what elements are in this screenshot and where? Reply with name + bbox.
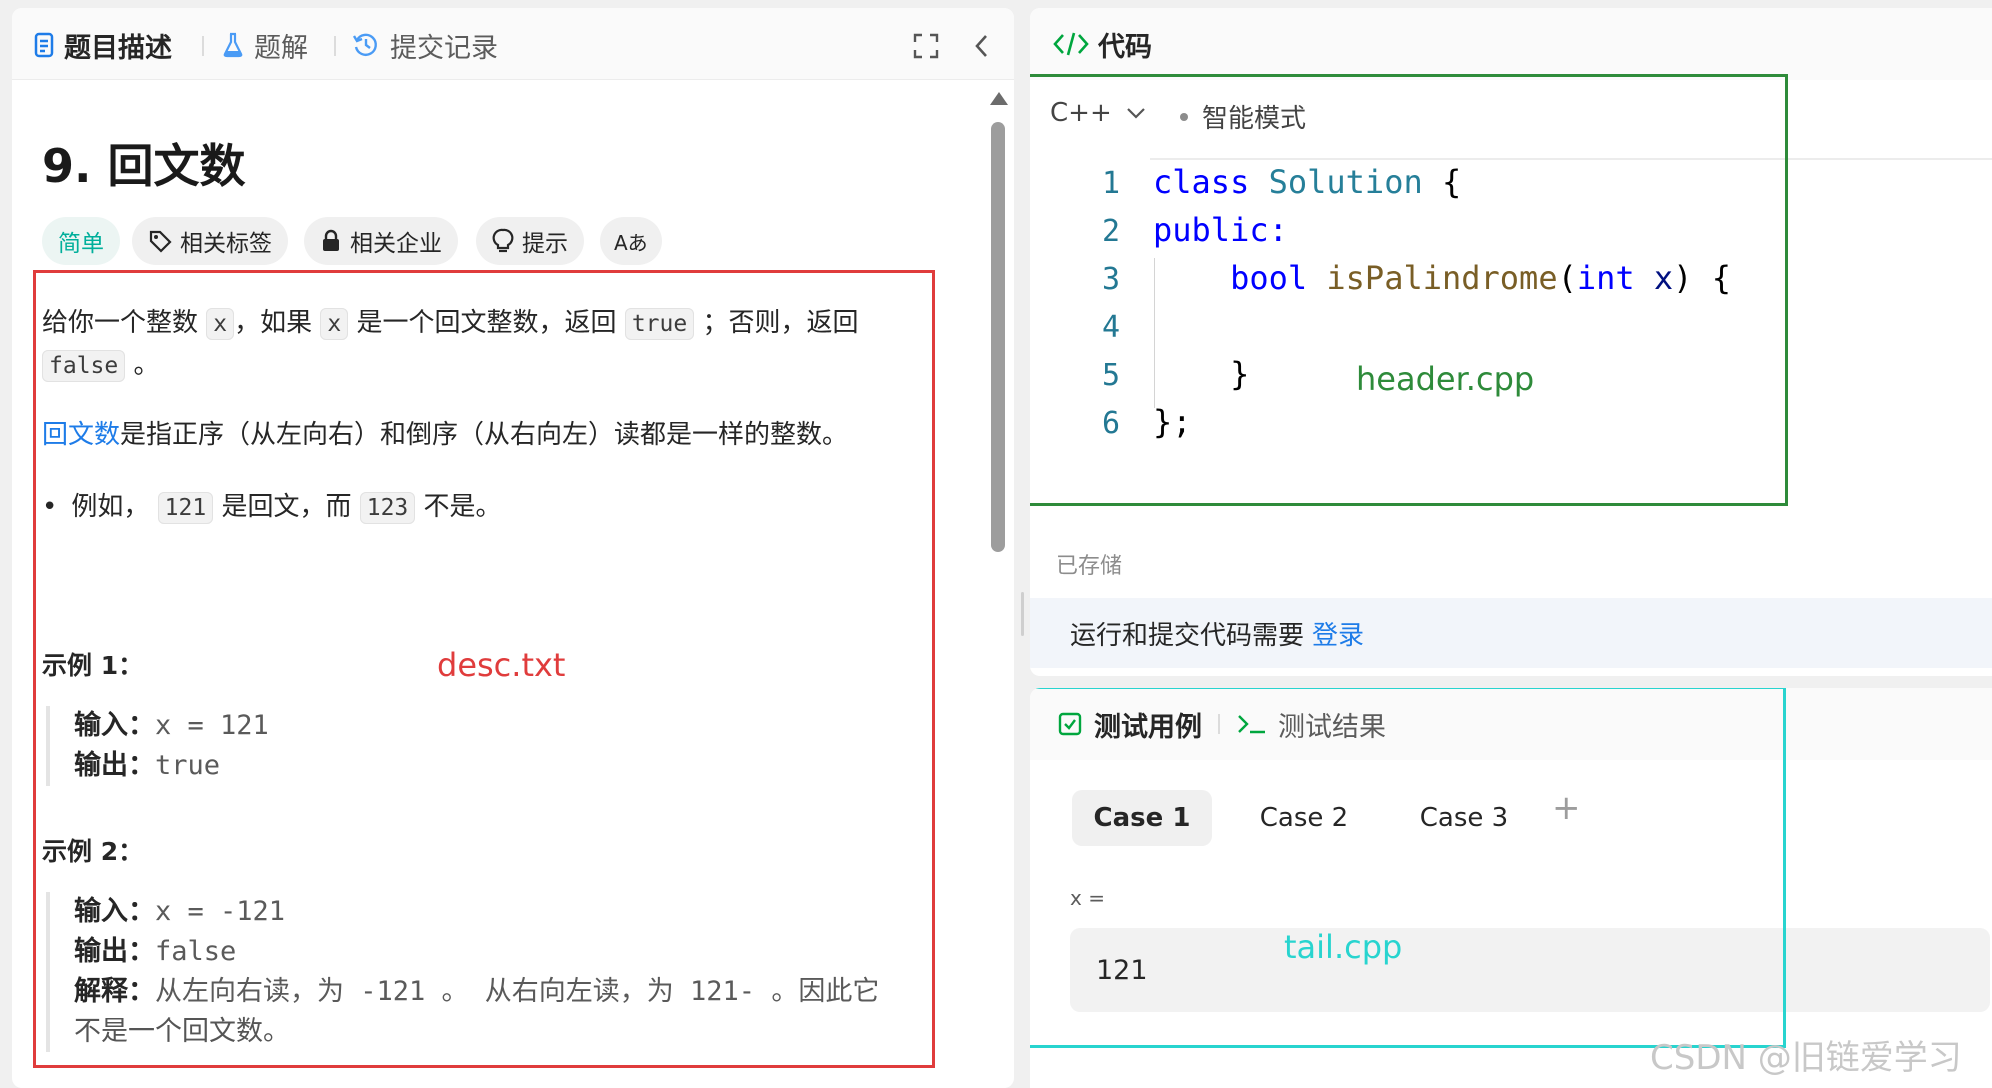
history-icon bbox=[352, 33, 377, 56]
code-panel-title: 代码 bbox=[1098, 31, 1152, 63]
left-tab-bar: 题目描述 题解 提交记录 bbox=[12, 8, 1014, 80]
scroll-thumb[interactable] bbox=[991, 122, 1005, 552]
description-content: 9. 回文数 简单 相关标签 相关企业 提示 Aあ 给你一个整数 x ，如果 x … bbox=[12, 80, 1014, 1088]
tab-submissions-label: 提交记录 bbox=[390, 32, 498, 64]
annotation-box-header bbox=[1030, 74, 1788, 506]
collapse-icon[interactable] bbox=[972, 32, 992, 60]
example-2-block: 输入：x = -121 输出：false 解释：从左向右读，为 -121 。 从… bbox=[46, 892, 879, 1052]
tab-solutions[interactable]: 题解 bbox=[222, 26, 308, 64]
code-panel: 代码 C++ 智能模式 1 2 3 4 5 6 class Solution {… bbox=[1030, 8, 1992, 676]
login-prompt-bar: 运行和提交代码需要 登录 bbox=[1030, 598, 1992, 668]
example-2-heading: 示例 2： bbox=[42, 837, 144, 866]
palindrome-link[interactable]: 回文数 bbox=[42, 420, 120, 450]
annotation-box-tail bbox=[1030, 688, 1786, 1048]
tab-solutions-label: 题解 bbox=[254, 32, 308, 64]
annotation-label-desc: desc.txt bbox=[437, 646, 566, 684]
description-paragraph-1: 给你一个整数 x ，如果 x 是一个回文整数，返回 true ；否则，返回 bbox=[42, 308, 859, 340]
tab-submissions[interactable]: 提交记录 bbox=[352, 26, 498, 64]
fullscreen-icon[interactable] bbox=[912, 32, 940, 60]
tab-description[interactable]: 题目描述 bbox=[34, 26, 172, 64]
difficulty-badge[interactable]: 简单 bbox=[42, 217, 120, 265]
code-panel-header: 代码 bbox=[1030, 8, 1992, 80]
hint-button[interactable]: 提示 bbox=[476, 217, 584, 265]
description-scrollbar[interactable] bbox=[988, 92, 1008, 1082]
login-link[interactable]: 登录 bbox=[1312, 615, 1364, 652]
description-panel: 题目描述 题解 提交记录 9. 回文数 简单 相关标签 相关企业 提示 Aあ 给… bbox=[12, 8, 1014, 1088]
tag-icon bbox=[149, 230, 172, 253]
scroll-up-arrow-icon[interactable] bbox=[990, 92, 1008, 105]
example-1-heading: 示例 1： bbox=[42, 651, 144, 680]
description-bullet: • 例如， 121 是回文，而 123 不是。 bbox=[42, 492, 502, 524]
panel-splitter[interactable] bbox=[1016, 0, 1030, 1088]
tab-description-label: 题目描述 bbox=[64, 32, 172, 64]
saved-status: 已存储 bbox=[1056, 554, 1123, 579]
page-title: 9. 回文数 bbox=[42, 139, 246, 193]
translate-icon: Aあ bbox=[614, 230, 648, 255]
description-paragraph-2: 回文数是指正序（从左向右）和倒序（从右向左）读都是一样的整数。 bbox=[42, 420, 849, 450]
translate-button[interactable]: Aあ bbox=[600, 217, 662, 265]
related-tags-button[interactable]: 相关标签 bbox=[132, 217, 288, 265]
test-panel: 测试用例 测试结果 Case 1 Case 2 Case 3 + x = 121… bbox=[1030, 688, 1992, 1088]
description-paragraph-1b: false 。 bbox=[42, 344, 160, 387]
description-icon bbox=[34, 32, 54, 58]
flask-icon bbox=[223, 32, 243, 58]
related-companies-button[interactable]: 相关企业 bbox=[304, 217, 458, 265]
example-1-block: 输入：x = 121 输出：true bbox=[46, 706, 269, 786]
watermark: CSDN @旧链爱学习 bbox=[1650, 1038, 1962, 1078]
lightbulb-icon bbox=[492, 228, 514, 253]
lock-icon bbox=[323, 229, 339, 251]
code-icon bbox=[1053, 32, 1089, 56]
